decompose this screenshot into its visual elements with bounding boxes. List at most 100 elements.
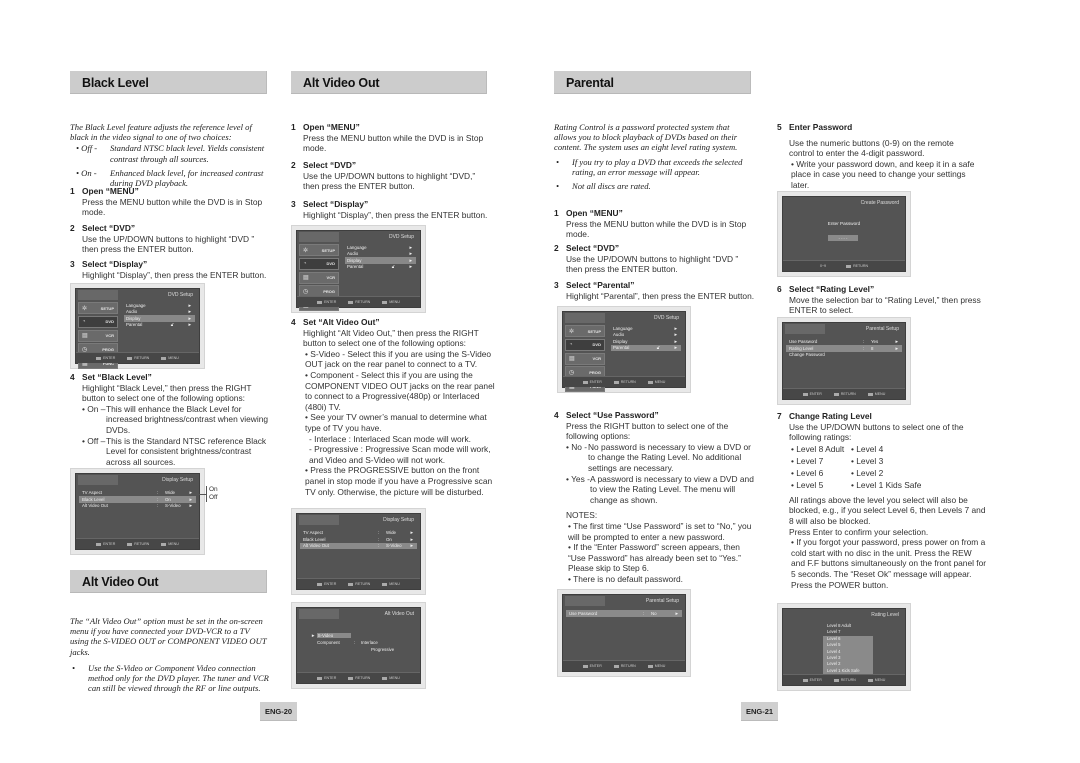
arrow-right-icon: ►: [894, 338, 899, 344]
par-step-3: 3 Select “Parental” Highlight “Parental”,…: [554, 280, 755, 301]
arrow-right-icon: ►: [311, 633, 316, 638]
lock-icon: 🔓︎: [170, 322, 174, 328]
alt-video-intro: The “Alt Video Out” option must be set i…: [70, 616, 269, 694]
avo-step-3: 3 Select “Display” Highlight “Display”, t…: [291, 199, 488, 220]
screen-title: DVD Setup: [167, 292, 193, 298]
menu-item: Language: [126, 302, 146, 308]
option-text: This is the Standard NTSC reference Blac…: [106, 435, 267, 467]
avo-step-1: 1 Open “MENU” Press the MENU button while…: [291, 122, 484, 154]
section-heading-alt-video-out-intro: Alt Video Out: [70, 570, 267, 593]
step-1: 1 Open “MENU” Press the MENU button while…: [70, 186, 270, 218]
arrow-right-icon: ►: [187, 302, 192, 308]
arrow-right-icon: ►: [409, 536, 414, 542]
screenshot-display-setup-2: Display Setup TV Aspect: Wide ► Black Leve…: [291, 508, 426, 595]
arrow-right-icon: ►: [408, 244, 413, 250]
arrow-right-icon: ►: [408, 264, 413, 270]
choice-text: Standard NTSC black level. Yields consis…: [110, 143, 265, 164]
arrow-right-icon: ►: [673, 345, 678, 351]
avo-step-4: 4 Set “Alt Video Out” Highlight “Alt Vide…: [291, 317, 495, 497]
step-number: 3: [70, 259, 75, 269]
menu-item: Audio: [126, 309, 138, 315]
lock-icon: 🔓︎: [656, 345, 660, 351]
gear-icon: ✲: [303, 247, 309, 254]
option-key: • Off –: [82, 435, 106, 446]
screenshot-dvd-setup-2: DVD Setup ✲SETUP ◔DVD ▤VCR ◷PROG ▦FUNC L…: [291, 225, 426, 313]
bullet-item: • Press the PROGRESSIVE button on the fr…: [305, 465, 493, 497]
step-body: Use the UP/DOWN buttons to highlight “DV…: [82, 233, 255, 255]
arrow-right-icon: ►: [188, 489, 193, 495]
lock-icon: 🔓︎: [391, 264, 395, 270]
screenshot-parental-setup-yes: Parental Setup Use Password: Yes ► Rating …: [777, 317, 911, 405]
callout-line: [196, 494, 206, 495]
par-step-4: 4 Select “Use Password” Press the RIGHT b…: [554, 410, 754, 584]
avo-step-2: 2 Select “DVD” Use the UP/DOWN buttons to…: [291, 160, 476, 192]
arrow-right-icon: ►: [188, 496, 193, 502]
step-title: Set “Black Level”: [82, 372, 152, 382]
arrow-right-icon: ►: [673, 325, 678, 331]
step-number: 1: [70, 186, 75, 196]
disc-icon: ◔: [303, 260, 307, 267]
side-dvd: ◔ DVD: [78, 315, 118, 329]
screenshot-dvd-setup-parental: DVD Setup ✲SETUP ◔DVD ▤VCR ◷PROG ▦FUNC L…: [557, 306, 691, 393]
black-level-intro: The Black Level feature adjusts the refe…: [70, 122, 270, 188]
arrow-right-icon: ►: [674, 610, 679, 616]
option-text: This will enhance the Black Level for in…: [106, 403, 269, 435]
arrow-right-icon: ►: [673, 332, 678, 338]
disc-icon: ◔: [569, 341, 573, 348]
choice-key: • Off -: [76, 143, 98, 154]
arrow-right-icon: ►: [894, 345, 899, 351]
section-heading-parental: Parental: [554, 71, 751, 94]
par-step-7: 7 Change Rating Level Use the UP/DOWN but…: [777, 411, 987, 590]
gear-icon: ✲: [82, 305, 88, 312]
page-number-right: ENG-21: [741, 702, 778, 721]
option-key: • On –: [82, 403, 106, 414]
screenshot-rating-level: Rating Level Level 8 Adult Level 7 Level…: [777, 603, 911, 691]
arrow-right-icon: ►: [187, 315, 192, 321]
bullet-item: - Interlace : Interlaced Scan mode will …: [309, 433, 471, 444]
step-title: Select “DVD”: [82, 223, 136, 233]
disc-icon: ◔: [82, 318, 86, 325]
bullet-item: • Component - Select this if you are usi…: [305, 369, 495, 412]
arrow-right-icon: ►: [187, 309, 192, 315]
step-body: Highlight “Black Level,” then press the …: [82, 382, 252, 404]
clock-icon: ◷: [303, 289, 309, 296]
bullet: •: [556, 156, 560, 167]
menu-item: Parental: [126, 322, 143, 328]
section-heading-black-level: Black Level: [70, 71, 267, 94]
side-setup: ✲ SETUP: [78, 302, 118, 315]
vcr-icon: ▤: [82, 333, 88, 340]
screenshot-dvd-setup: DVD Setup ✲ SETUP ◔ DVD ▤ VCR ◷ PROG ▦ FUNC L…: [70, 283, 205, 370]
screenshot-alt-video-out: Alt Video Out ► S-Video Component: Interl…: [291, 602, 426, 689]
arrow-right-icon: ►: [408, 251, 413, 257]
step-4: 4 Set “Black Level” Highlight “Black Leve…: [70, 372, 275, 467]
step-number: 4: [70, 372, 75, 382]
gear-icon: ✲: [569, 328, 575, 335]
page-number-left: ENG-20: [260, 702, 297, 721]
screen-title: Display Setup: [162, 477, 193, 483]
step-number: 2: [70, 223, 75, 233]
bullet-item: • See your TV owner’s manual to determin…: [305, 412, 487, 433]
bullet-item: • S-Video - Select this if you are using…: [305, 348, 492, 370]
par-step-2: 2 Select “DVD” Use the UP/DOWN buttons to…: [554, 243, 739, 275]
vcr-icon: ▤: [569, 356, 575, 363]
password-field: - - - -: [828, 235, 858, 241]
arrow-right-icon: ►: [408, 257, 413, 263]
screenshot-create-password: Create Password Enter Password - - - - 0…: [777, 191, 911, 277]
step-title: Select “Display”: [82, 259, 148, 269]
step-3: 3 Select “Display” Highlight “Display”, t…: [70, 259, 275, 280]
password-prompt: Enter Password: [827, 221, 861, 226]
menu-item: Display: [126, 315, 141, 321]
arrow-right-icon: ►: [673, 338, 678, 344]
arrow-right-icon: ►: [409, 529, 414, 535]
step-title: Open “MENU”: [82, 186, 139, 196]
arrow-right-icon: ►: [187, 322, 192, 328]
side-vcr: ▤ VCR: [78, 329, 118, 342]
arrow-right-icon: ►: [188, 503, 193, 509]
intro-text: The Black Level feature adjusts the refe…: [70, 122, 252, 143]
par-step-5: 5 Enter Password Use the numeric buttons …: [777, 122, 975, 190]
clock-icon: ◷: [569, 370, 575, 377]
on-off-callout: On Off: [206, 486, 218, 502]
arrow-right-icon: ►: [409, 543, 414, 549]
bullet-item: - Progressive : Progressive Scan mode wi…: [309, 444, 491, 465]
par-step-1: 1 Open “MENU” Press the MENU button while…: [554, 208, 747, 240]
